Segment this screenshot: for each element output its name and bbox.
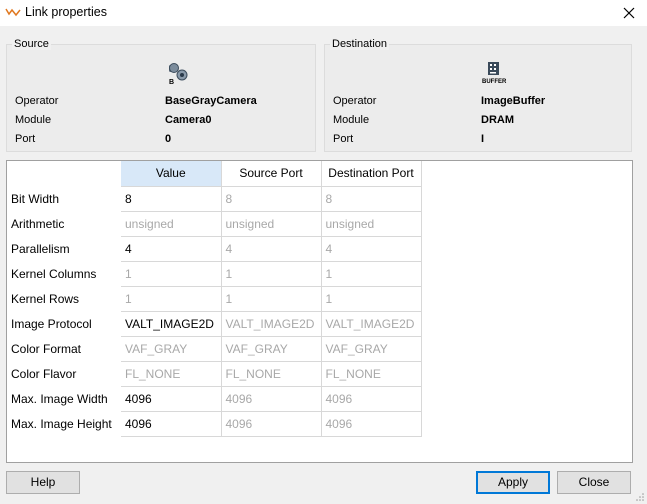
table-row: Color Flavor FL_NONE FL_NONE FL_NONE [7,361,422,387]
table-cell-source: 1 [221,286,322,312]
table-cell-source: 4096 [221,411,322,437]
column-header-destination-port[interactable]: Destination Port [321,161,422,187]
table-row: Max. Image Width 4096 4096 4096 [7,386,422,412]
properties-table: Value Source Port Destination Port Bit W… [6,160,633,463]
table-cell-source: 8 [221,186,322,212]
row-header: Max. Image Height [7,411,121,436]
destination-group-title: Destination [330,38,390,50]
link-icon [5,8,21,17]
row-header: Color Flavor [7,361,121,386]
window-title: Link properties [25,5,107,19]
table-header-row: Value Source Port Destination Port [7,161,422,187]
help-button[interactable]: Help [6,471,80,494]
table-row: Arithmetic unsigned unsigned unsigned [7,211,422,237]
source-operator-label: Operator [15,95,59,107]
properties-grid: Value Source Port Destination Port Bit W… [7,161,422,437]
row-header: Arithmetic [7,211,121,236]
destination-operator-value: ImageBuffer [481,95,546,107]
row-header: Bit Width [7,186,121,211]
table-cell-destination: 4096 [321,411,422,437]
svg-text:B: B [169,79,174,85]
column-header-value[interactable]: Value [121,161,222,187]
table-corner [7,161,121,186]
table-cell-destination: 4096 [321,386,422,412]
table-row: Image Protocol VALT_IMAGE2D VALT_IMAGE2D VA… [7,311,422,337]
row-header: Image Protocol [7,311,121,336]
table-cell-value[interactable]: 8 [121,186,222,212]
table-row: Parallelism 4 4 4 [7,236,422,262]
destination-port-value: I [481,133,485,145]
source-module-label: Module [15,114,52,126]
table-cell-value: VAF_GRAY [121,336,222,362]
table-cell-destination: 1 [321,261,422,287]
row-header: Parallelism [7,236,121,261]
table-cell-source: VAF_GRAY [221,336,322,362]
table-cell-source: VALT_IMAGE2D [221,311,322,337]
table-cell-source: unsigned [221,211,322,237]
table-cell-destination: VAF_GRAY [321,336,422,362]
row-header: Kernel Rows [7,286,121,311]
source-port-label: Port [15,133,36,145]
source-port-value: 0 [165,133,172,145]
buffer-operator-icon: BUFFER [482,62,507,85]
table-cell-source: FL_NONE [221,361,322,387]
table-cell-destination: unsigned [321,211,422,237]
source-operator-value: BaseGrayCamera [165,95,257,107]
table-cell-destination: FL_NONE [321,361,422,387]
row-header: Max. Image Width [7,386,121,411]
table-cell-value[interactable]: 4096 [121,411,222,437]
table-cell-value: unsigned [121,211,222,237]
table-cell-destination: VALT_IMAGE2D [321,311,422,337]
table-cell-destination: 4 [321,236,422,262]
row-header: Color Format [7,336,121,361]
table-row: Bit Width 8 8 8 [7,186,422,212]
destination-module-label: Module [333,114,370,126]
destination-port-label: Port [333,133,354,145]
apply-button[interactable]: Apply [476,471,550,494]
table-cell-value[interactable]: 4 [121,236,222,262]
source-module-value: Camera0 [165,114,212,126]
source-group: Source B Operator Module Port BaseGrayCa… [6,38,316,152]
close-icon[interactable] [620,4,638,22]
table-cell-source: 1 [221,261,322,287]
table-cell-value[interactable]: VALT_IMAGE2D [121,311,222,337]
close-button[interactable]: Close [557,471,631,494]
table-row: Kernel Columns 1 1 1 [7,261,422,287]
svg-text:BUFFER: BUFFER [482,79,507,85]
destination-operator-label: Operator [333,95,377,107]
table-cell-value: 1 [121,261,222,287]
table-row: Max. Image Height 4096 4096 4096 [7,411,422,437]
destination-module-value: DRAM [481,114,514,126]
title-bar: Link properties [0,0,647,26]
table-cell-value[interactable]: 4096 [121,386,222,412]
row-header: Kernel Columns [7,261,121,286]
resize-grip-icon[interactable] [635,492,645,502]
table-cell-source: 4096 [221,386,322,412]
table-row: Kernel Rows 1 1 1 [7,286,422,312]
table-row: Color Format VAF_GRAY VAF_GRAY VAF_GRAY [7,336,422,362]
table-cell-value: FL_NONE [121,361,222,387]
table-cell-value: 1 [121,286,222,312]
table-cell-source: 4 [221,236,322,262]
camera-operator-icon: B [169,63,188,85]
table-cell-destination: 1 [321,286,422,312]
column-header-source-port[interactable]: Source Port [221,161,322,187]
source-group-title: Source [12,38,51,50]
table-cell-destination: 8 [321,186,422,212]
destination-group: Destination BUFFER Operator Module Port … [324,38,632,152]
